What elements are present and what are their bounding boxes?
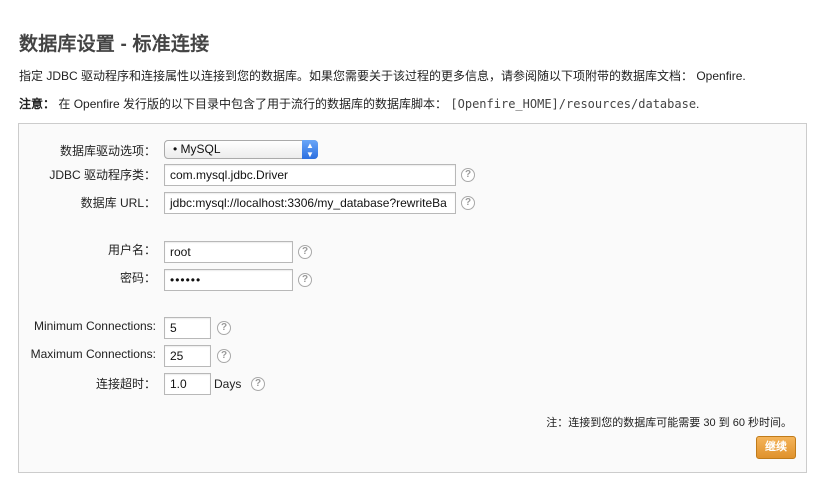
- max-connections-input[interactable]: 25: [164, 345, 211, 367]
- username-label: 用户名：: [107, 243, 156, 257]
- note-path: [Openfire_HOME]/resources/database: [450, 97, 697, 111]
- db-url-label: 数据库 URL：: [80, 196, 156, 210]
- password-input[interactable]: ••••••: [164, 269, 293, 291]
- help-icon[interactable]: ?: [251, 377, 265, 391]
- note-body: 在 Openfire 发行版的以下目录中包含了用于流行的数据库的数据库脚本：: [58, 97, 448, 111]
- help-icon[interactable]: ?: [461, 168, 475, 182]
- page-title: 数据库设置 - 标准连接: [19, 34, 210, 55]
- jdbc-driver-input[interactable]: com.mysql.jdbc.Driver: [164, 164, 456, 186]
- note-end: .: [696, 97, 700, 111]
- timeout-input[interactable]: 1.0: [164, 373, 211, 395]
- min-connections-input[interactable]: 5: [164, 317, 211, 339]
- connection-form-panel: 数据库驱动选项： • MySQL ▲ ▼ JDBC 驱动程序类： com.mysq…: [18, 123, 807, 473]
- help-icon[interactable]: ?: [298, 273, 312, 287]
- driver-preset-value: • MySQL: [173, 142, 221, 156]
- help-icon[interactable]: ?: [217, 349, 231, 363]
- note-label: 注意：: [19, 97, 56, 111]
- chevron-updown-icon: ▲ ▼: [302, 140, 318, 159]
- max-connections-label: Maximum Connections:: [30, 347, 156, 361]
- timeout-label: 连接超时：: [95, 377, 156, 391]
- help-icon[interactable]: ?: [217, 321, 231, 335]
- footer-note: 注：连接到您的数据库可能需要 30 到 60 秒时间。: [546, 417, 792, 429]
- password-label: 密码：: [119, 271, 156, 285]
- help-icon[interactable]: ?: [461, 196, 475, 210]
- db-url-input[interactable]: jdbc:mysql://localhost:3306/my_database?…: [164, 192, 456, 214]
- intro-text: 指定 JDBC 驱动程序和连接属性以连接到您的数据库。如果您需要关于该过程的更多…: [19, 69, 746, 83]
- continue-button[interactable]: 继续: [756, 436, 796, 459]
- timeout-unit: Days: [214, 377, 242, 391]
- note-text: 注意： 在 Openfire 发行版的以下目录中包含了用于流行的数据库的数据库脚…: [19, 95, 699, 112]
- username-input[interactable]: root: [164, 241, 293, 263]
- help-icon[interactable]: ?: [298, 245, 312, 259]
- jdbc-driver-label: JDBC 驱动程序类：: [49, 168, 156, 182]
- driver-preset-label: 数据库驱动选项：: [59, 144, 156, 158]
- min-connections-label: Minimum Connections:: [33, 319, 156, 333]
- driver-preset-select[interactable]: • MySQL ▲ ▼: [164, 140, 318, 159]
